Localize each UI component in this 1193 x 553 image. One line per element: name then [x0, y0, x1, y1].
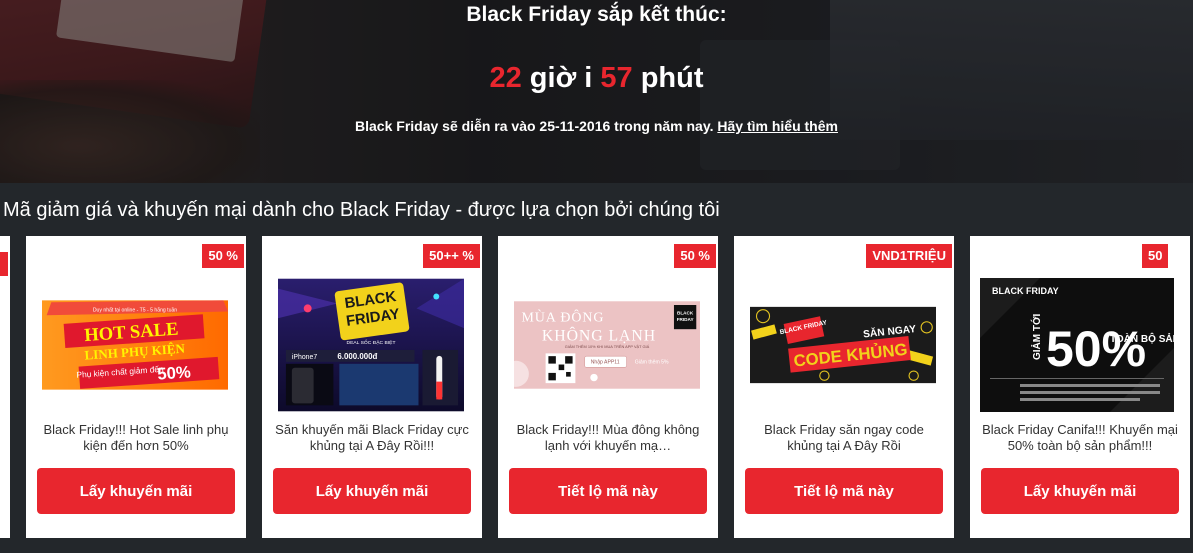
hot-sale-banner: Duy nhất tại online - T5 - 5 hãng tuần H…: [42, 300, 228, 390]
canifa-banner: BLACK FRIDAY GIẢM TỚI 50% TOÀN BỘ SẢN PH…: [980, 278, 1174, 412]
offer-card-partial[interactable]: [0, 236, 10, 538]
offer-description: Black Friday săn ngay code khủng tại A Đ…: [764, 422, 924, 453]
reveal-code-button[interactable]: Tiết lộ mã này: [509, 468, 707, 514]
discount-badge: VND1TRIỆU: [866, 244, 952, 268]
learn-more-link[interactable]: Hãy tìm hiểu thêm: [717, 118, 838, 134]
discount-badge: 50 %: [674, 244, 716, 268]
svg-text:FRIDAY: FRIDAY: [677, 317, 695, 322]
canifa-line1: BLACK FRIDAY: [992, 286, 1059, 296]
winter-line5: Giảm thêm 5%: [635, 360, 669, 366]
get-deal-button[interactable]: Lấy khuyến mãi: [981, 468, 1179, 514]
countdown-title: Black Friday sắp kết thúc:: [466, 3, 727, 26]
winter-bf-tag: BLACK: [677, 310, 694, 315]
hot-sale-line1: Duy nhất tại online - T5 - 5 hãng tuần: [93, 308, 177, 314]
offer-image: BLACK FRIDAY DEAL SỐC ĐẶC BIỆT iPhone7 6…: [278, 278, 464, 412]
event-note-text: Black Friday sẽ diễn ra vào 25-11-2016 t…: [355, 118, 714, 134]
offer-card[interactable]: 50 BLACK FRIDAY GIẢM TỚI 50% TOÀN BỘ SẢN…: [970, 236, 1190, 538]
countdown-timer: 22 giờ i 57 phút: [0, 62, 1193, 95]
offer-image: BLACK FRIDAY GIẢM TỚI 50% TOÀN BỘ SẢN PH…: [980, 278, 1174, 412]
black-friday-banner: BLACK FRIDAY DEAL SỐC ĐẶC BIỆT iPhone7 6…: [278, 278, 464, 412]
bf-line4: iPhone7: [292, 354, 318, 361]
offer-card[interactable]: 50++ % BLACK FRIDAY DEAL SỐC ĐẶC BIỆT iP…: [262, 236, 482, 538]
offer-image: BLACK FRIDAY SĂN NGAY CODE KHỦNG: [750, 278, 936, 412]
discount-badge: [0, 252, 8, 276]
offer-description: Black Friday!!! Mùa đông không lạnh với …: [516, 422, 700, 453]
offer-image: Duy nhất tại online - T5 - 5 hãng tuần H…: [42, 278, 228, 412]
countdown-hours-unit: giờ i: [529, 62, 593, 94]
winter-line2: KHÔNG LẠNH: [542, 325, 656, 344]
offer-card[interactable]: 50 % MÙA ĐÔNG KHÔNG LẠNH GIẢM THÊM 10% K…: [498, 236, 718, 538]
winter-line4: Nhập APP11: [591, 360, 620, 366]
hot-sale-line5: 50%: [157, 362, 192, 383]
reveal-code-button[interactable]: Tiết lộ mã này: [745, 468, 943, 514]
canifa-line2: GIẢM TỚI: [1030, 313, 1043, 360]
section-title: Mã giảm giá và khuyến mại dành cho Black…: [3, 199, 720, 221]
offer-description: Black Friday!!! Hot Sale linh phụ kiện đ…: [43, 422, 229, 453]
countdown-minutes: 57: [600, 62, 633, 94]
canifa-line3: 50%: [1046, 321, 1146, 377]
offer-description: Săn khuyến mãi Black Friday cực khủng tạ…: [275, 422, 469, 453]
event-note: Black Friday sẽ diễn ra vào 25-11-2016 t…: [0, 118, 1193, 134]
offer-image: MÙA ĐÔNG KHÔNG LẠNH GIẢM THÊM 10% KHI MU…: [514, 278, 700, 412]
offer-description: Black Friday Canifa!!! Khuyến mại 50% to…: [982, 422, 1178, 453]
countdown-minutes-unit: phút: [640, 62, 704, 94]
code-khung-banner: BLACK FRIDAY SĂN NGAY CODE KHỦNG: [750, 306, 936, 384]
offer-card[interactable]: 50 % Duy nhất tại online - T5 - 5 hãng t…: [26, 236, 246, 538]
offer-card[interactable]: VND1TRIỆU BLACK FRIDAY SĂN NGAY CODE KHỦ…: [734, 236, 954, 538]
bf-line5: 6.000.000đ: [337, 352, 377, 361]
canifa-line4: TOÀN BỘ SẢN PHẨM: [1110, 332, 1174, 345]
winter-line3: GIẢM THÊM 10% KHI MUA TRÊN APP VẬT GIÁ: [565, 344, 650, 349]
winter-sale-banner: MÙA ĐÔNG KHÔNG LẠNH GIẢM THÊM 10% KHI MU…: [514, 301, 700, 389]
get-deal-button[interactable]: Lấy khuyến mãi: [37, 468, 235, 514]
get-deal-button[interactable]: Lấy khuyến mãi: [273, 468, 471, 514]
discount-badge: 50: [1142, 244, 1169, 268]
discount-badge: 50++ %: [423, 244, 480, 268]
discount-badge: 50 %: [202, 244, 244, 268]
hero-banner: Black Friday sắp kết thúc: 22 giờ i 57 p…: [0, 0, 1193, 183]
winter-line1: MÙA ĐÔNG: [521, 309, 604, 326]
countdown-hours: 22: [489, 62, 522, 94]
